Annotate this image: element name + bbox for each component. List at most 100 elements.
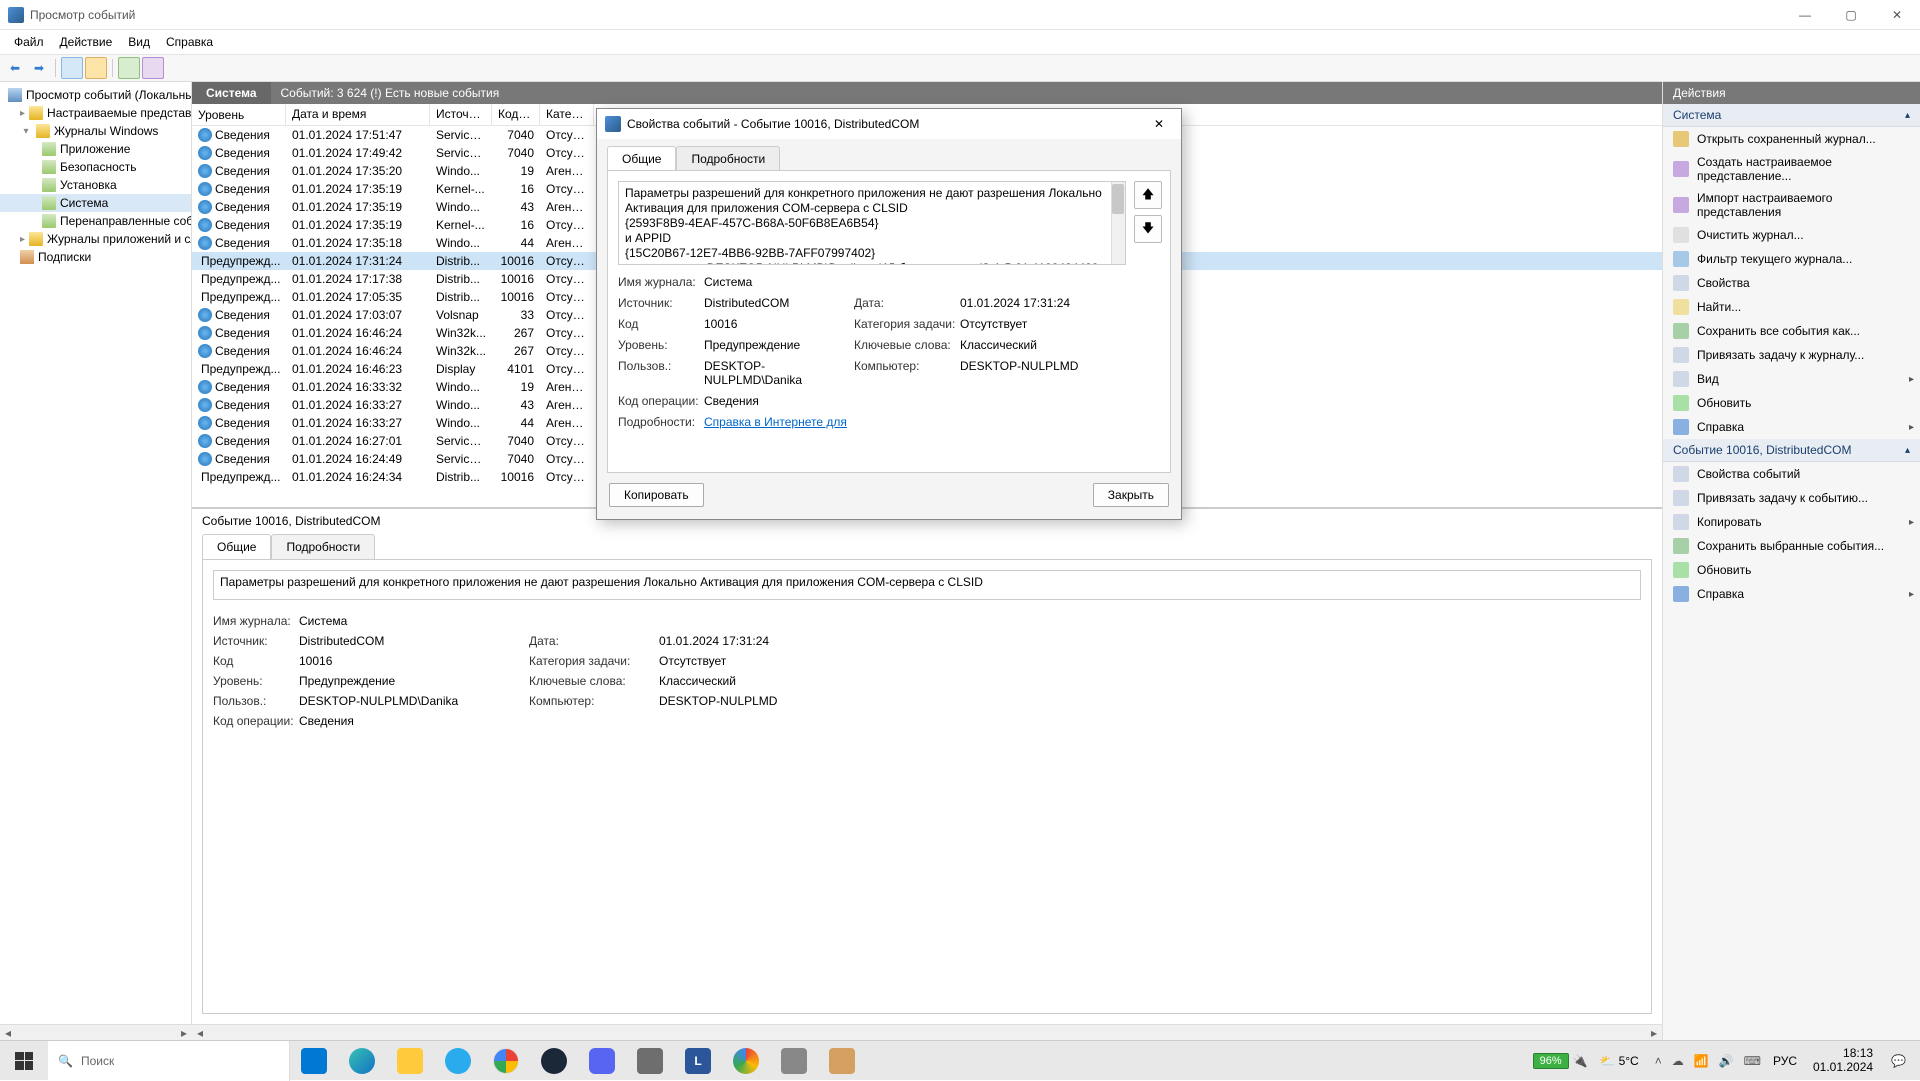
- tree-item-system[interactable]: Система: [0, 194, 191, 212]
- tree-item-forwarded[interactable]: Перенаправленные события: [0, 212, 191, 230]
- action-icon: [1673, 227, 1689, 243]
- tree-app-logs[interactable]: ▸ Журналы приложений и служб: [0, 230, 191, 248]
- back-icon[interactable]: ⬅: [4, 57, 26, 79]
- actions-item[interactable]: Привязать задачу к событию...: [1663, 486, 1920, 510]
- toolbar-icon-3[interactable]: [118, 57, 140, 79]
- action-icon: [1673, 466, 1689, 482]
- menu-help[interactable]: Справка: [158, 32, 221, 52]
- col-date[interactable]: Дата и время: [286, 104, 430, 125]
- action-icon: [1673, 251, 1689, 267]
- actions-item[interactable]: Справка▸: [1663, 582, 1920, 606]
- tree-item-setup[interactable]: Установка: [0, 176, 191, 194]
- actions-item[interactable]: Свойства событий: [1663, 462, 1920, 486]
- taskbar-app[interactable]: [530, 1041, 578, 1081]
- action-icon: [1673, 161, 1689, 177]
- info-icon: [198, 398, 212, 412]
- tray-chevron-icon[interactable]: ˄: [1655, 1054, 1662, 1068]
- notifications-icon[interactable]: 💬: [1885, 1054, 1912, 1068]
- taskbar-app[interactable]: [386, 1041, 434, 1081]
- dialog-icon: [605, 116, 621, 132]
- start-button[interactable]: [0, 1041, 48, 1081]
- tree-custom-views[interactable]: ▸ Настраиваемые представления: [0, 104, 191, 122]
- col-src[interactable]: Источн...: [430, 104, 492, 125]
- dialog-tab-general[interactable]: Общие: [607, 146, 676, 171]
- taskbar-app[interactable]: L: [674, 1041, 722, 1081]
- taskbar-app[interactable]: [818, 1041, 866, 1081]
- actions-item[interactable]: Обновить: [1663, 558, 1920, 582]
- center-hscroll[interactable]: ◂▸: [192, 1024, 1662, 1040]
- dialog-close-button[interactable]: ✕: [1137, 109, 1181, 139]
- tree-subscriptions[interactable]: Подписки: [0, 248, 191, 266]
- menu-file[interactable]: Файл: [6, 32, 52, 52]
- taskbar-app[interactable]: [434, 1041, 482, 1081]
- actions-item[interactable]: Привязать задачу к журналу...: [1663, 343, 1920, 367]
- actions-item[interactable]: Сохранить все события как...: [1663, 319, 1920, 343]
- tree-hscroll[interactable]: ◂▸: [0, 1024, 192, 1040]
- wifi-icon[interactable]: 📶: [1694, 1054, 1709, 1068]
- detail-tab-details[interactable]: Подробности: [271, 534, 375, 560]
- col-level[interactable]: Уровень: [192, 104, 286, 125]
- actions-item[interactable]: Обновить: [1663, 391, 1920, 415]
- onedrive-icon[interactable]: ☁: [1672, 1054, 1684, 1068]
- tree-windows-logs[interactable]: ▾ Журналы Windows: [0, 122, 191, 140]
- prev-event-button[interactable]: 🡅: [1134, 181, 1162, 209]
- taskbar-app[interactable]: [578, 1041, 626, 1081]
- toolbar-icon-1[interactable]: [61, 57, 83, 79]
- weather-widget[interactable]: ⛅ 5°C: [1592, 1054, 1647, 1068]
- taskbar-clock[interactable]: 18:13 01.01.2024: [1805, 1047, 1881, 1075]
- taskbar-app[interactable]: [338, 1041, 386, 1081]
- taskbar-app[interactable]: [722, 1041, 770, 1081]
- search-icon: 🔍: [58, 1054, 73, 1068]
- actions-item[interactable]: Вид▸: [1663, 367, 1920, 391]
- close-button[interactable]: ✕: [1874, 0, 1920, 30]
- next-event-button[interactable]: 🡇: [1134, 215, 1162, 243]
- actions-item[interactable]: Справка▸: [1663, 415, 1920, 439]
- keyboard-icon[interactable]: ⌨: [1744, 1054, 1761, 1068]
- dialog-titlebar[interactable]: Свойства событий - Событие 10016, Distri…: [597, 109, 1181, 139]
- taskbar-app[interactable]: [626, 1041, 674, 1081]
- actions-item[interactable]: Свойства: [1663, 271, 1920, 295]
- desc-scrollbar[interactable]: [1111, 182, 1125, 264]
- help-link[interactable]: Справка в Интернете для: [704, 415, 847, 429]
- col-cat[interactable]: Катего...: [540, 104, 594, 125]
- info-icon: [198, 218, 212, 232]
- toolbar-icon-4[interactable]: [142, 57, 164, 79]
- expander-icon[interactable]: ▾: [20, 126, 32, 137]
- forward-icon[interactable]: ➡: [28, 57, 50, 79]
- copy-button[interactable]: Копировать: [609, 483, 704, 507]
- info-icon: [198, 308, 212, 322]
- taskbar-app[interactable]: [290, 1041, 338, 1081]
- actions-item[interactable]: Открыть сохраненный журнал...: [1663, 127, 1920, 151]
- tree-root[interactable]: Просмотр событий (Локальный): [0, 86, 191, 104]
- expander-icon[interactable]: ▸: [20, 108, 25, 119]
- actions-item[interactable]: Фильтр текущего журнала...: [1663, 247, 1920, 271]
- close-dialog-button[interactable]: Закрыть: [1093, 483, 1169, 507]
- actions-section-system[interactable]: Система▴: [1663, 104, 1920, 127]
- actions-section-event[interactable]: Событие 10016, DistributedCOM▴: [1663, 439, 1920, 462]
- col-id[interactable]: Код со...: [492, 104, 540, 125]
- actions-item[interactable]: Сохранить выбранные события...: [1663, 534, 1920, 558]
- taskbar-search[interactable]: 🔍 Поиск: [48, 1041, 290, 1081]
- dialog-tab-details[interactable]: Подробности: [676, 146, 780, 171]
- minimize-button[interactable]: —: [1782, 0, 1828, 30]
- language-indicator[interactable]: РУС: [1769, 1054, 1801, 1068]
- expander-icon[interactable]: ▸: [20, 234, 25, 245]
- taskbar-app[interactable]: [482, 1041, 530, 1081]
- menu-action[interactable]: Действие: [52, 32, 121, 52]
- battery-indicator[interactable]: 96%: [1533, 1053, 1569, 1069]
- toolbar-icon-2[interactable]: [85, 57, 107, 79]
- actions-item[interactable]: Копировать▸: [1663, 510, 1920, 534]
- actions-item[interactable]: Найти...: [1663, 295, 1920, 319]
- tree-item-security[interactable]: Безопасность: [0, 158, 191, 176]
- actions-item[interactable]: Импорт настраиваемого представления: [1663, 187, 1920, 223]
- menu-view[interactable]: Вид: [120, 32, 158, 52]
- maximize-button[interactable]: ▢: [1828, 0, 1874, 30]
- taskbar-app[interactable]: [770, 1041, 818, 1081]
- detail-tab-general[interactable]: Общие: [202, 534, 271, 560]
- actions-item[interactable]: Очистить журнал...: [1663, 223, 1920, 247]
- taskbar-apps: L: [290, 1041, 866, 1081]
- actions-item[interactable]: Создать настраиваемое представление...: [1663, 151, 1920, 187]
- volume-icon[interactable]: 🔊: [1719, 1054, 1734, 1068]
- tree-item-application[interactable]: Приложение: [0, 140, 191, 158]
- subscriptions-icon: [20, 250, 34, 264]
